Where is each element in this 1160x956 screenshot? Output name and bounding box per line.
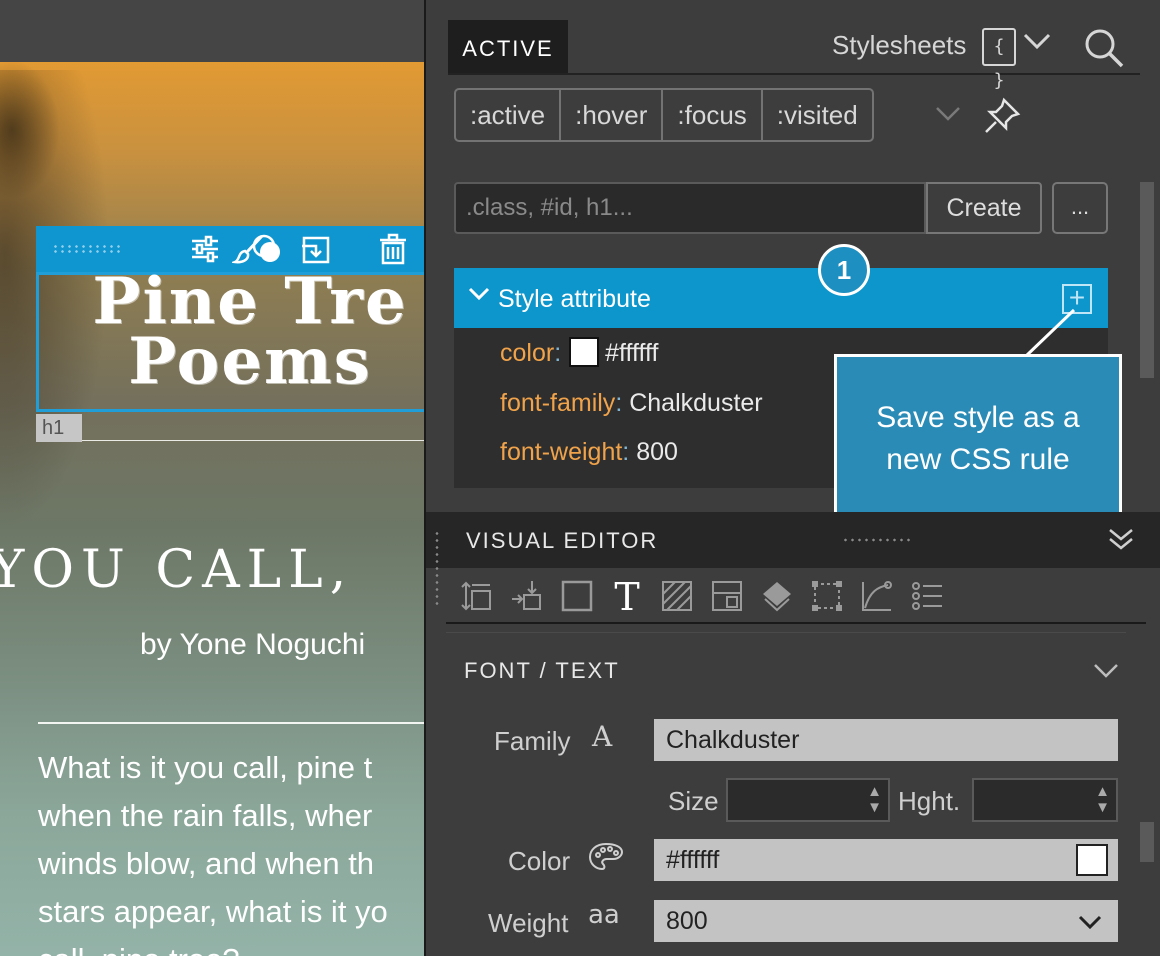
poem-author[interactable]: by Yone Noguchi	[140, 628, 365, 662]
color-label: Color	[508, 846, 571, 876]
property-name: font-weight	[500, 438, 623, 466]
height-label: Hght.	[898, 786, 961, 816]
style-circles-icon[interactable]	[250, 232, 284, 266]
family-label: Family	[494, 726, 571, 756]
font-text-icon[interactable]: T	[602, 572, 652, 620]
heading-line-1: Pine Tre	[92, 264, 408, 339]
property-value: Chalkduster	[629, 389, 763, 417]
trash-icon[interactable]	[376, 232, 410, 266]
toolbar-divider	[446, 622, 1146, 624]
tab-underline	[448, 73, 1140, 75]
svg-text:T: T	[614, 576, 639, 616]
property-name: color	[500, 339, 555, 367]
create-button[interactable]: Create	[926, 182, 1042, 234]
property-colon: :	[554, 339, 562, 367]
heading-line-2: Poems	[128, 324, 372, 399]
poem-line: call, pine tree?	[38, 936, 424, 956]
chevron-down-icon[interactable]	[1092, 656, 1120, 684]
style-attribute-header[interactable]: Style attribute	[454, 268, 1108, 328]
font-family-icon: A	[592, 720, 613, 753]
settings-sliders-icon[interactable]	[188, 232, 222, 266]
visual-editor-title: VISUAL EDITOR	[466, 528, 659, 553]
color-swatch[interactable]	[569, 337, 600, 367]
state-focus[interactable]: :focus	[663, 90, 763, 140]
line-height-input[interactable]: ▲ ▼	[972, 778, 1118, 822]
poem-line: winds blow, and when th	[38, 846, 375, 881]
step-badge: 1	[818, 244, 870, 296]
position-icon[interactable]	[502, 572, 552, 620]
tooltip-callout: Save style as a new CSS rule	[834, 354, 1122, 522]
list-style-icon[interactable]	[902, 572, 952, 620]
heading-underline	[82, 440, 424, 441]
property-colon: :	[622, 438, 637, 466]
property-row[interactable]: color: #ffffff	[500, 337, 658, 368]
pin-icon[interactable]	[982, 96, 1022, 136]
palette-icon	[588, 842, 624, 877]
spacing-icon[interactable]	[452, 572, 502, 620]
weight-label: Weight	[488, 908, 569, 938]
rule-header-label: Style attribute	[498, 285, 651, 313]
css-editor-panel: ACTIVE Stylesheets { } :active :hover :f…	[424, 0, 1160, 956]
state-visited[interactable]: :visited	[763, 90, 872, 140]
tab-active[interactable]: ACTIVE	[448, 20, 568, 74]
font-size-input[interactable]: ▲ ▼	[726, 778, 890, 822]
poem-line: stars appear, what is it yo	[38, 894, 388, 929]
poem-line: What is it you call, pine t	[38, 750, 373, 785]
chevron-down-icon[interactable]	[468, 282, 490, 304]
border-box-icon[interactable]	[552, 572, 602, 620]
section-divider	[446, 632, 1126, 633]
drag-handle[interactable]	[52, 244, 122, 254]
page-canvas: Pine Tre Poems h1 YOU CALL, by Yone Nogu…	[0, 0, 424, 956]
size-label: Size	[668, 786, 719, 816]
more-options-button[interactable]: ...	[1052, 182, 1108, 234]
property-row[interactable]: font-weight: 800	[500, 438, 678, 467]
page-heading[interactable]: Pine Tre Poems	[40, 264, 424, 399]
property-row[interactable]: font-family: Chalkduster	[500, 389, 763, 418]
poem-divider	[38, 722, 424, 724]
layout-icon[interactable]	[702, 572, 752, 620]
stepper-arrows-icon[interactable]: ▲ ▼	[1095, 784, 1110, 816]
state-active[interactable]: :active	[456, 90, 562, 140]
stepper-arrows-icon[interactable]: ▲ ▼	[867, 784, 882, 816]
transition-curve-icon[interactable]	[852, 572, 902, 620]
panel-scrollbar[interactable]	[1140, 182, 1154, 378]
poem-line: when the rain falls, wher	[38, 798, 373, 833]
layers-icon[interactable]	[752, 572, 802, 620]
add-rule-plus-icon[interactable]: +	[1062, 284, 1092, 314]
property-colon: :	[615, 389, 630, 417]
panel-scrollbar-lower[interactable]	[1140, 822, 1154, 862]
state-hover[interactable]: :hover	[561, 90, 664, 140]
tree-silhouette-top	[0, 60, 60, 200]
canvas-topbar	[0, 0, 424, 62]
pseudo-state-group: :active :hover :focus :visited	[454, 88, 874, 142]
element-tag-label: h1	[36, 414, 82, 442]
property-value: #ffffff	[605, 339, 659, 367]
font-text-section-title[interactable]: FONT / TEXT	[464, 658, 620, 684]
chevron-down-icon[interactable]	[1076, 908, 1104, 936]
selector-input[interactable]: .class, #id, h1...	[454, 182, 926, 234]
property-name: font-family	[500, 389, 616, 417]
stylesheets-label[interactable]: Stylesheets	[832, 30, 966, 61]
stylesheet-file-icon[interactable]: { }	[982, 28, 1016, 91]
font-color-field[interactable]: #ffffff	[654, 839, 1118, 881]
poem-title[interactable]: YOU CALL,	[0, 540, 424, 600]
resize-grip[interactable]	[842, 537, 914, 543]
property-value: 800	[636, 438, 678, 466]
search-icon[interactable]	[1082, 26, 1126, 70]
poem-body[interactable]: What is it you call, pine t when the rai…	[38, 744, 424, 956]
font-weight-icon: aa	[588, 900, 620, 930]
visual-editor-toolbar: T	[452, 572, 952, 620]
collapse-double-chevron-icon[interactable]	[1106, 524, 1136, 554]
font-weight-select[interactable]: 800	[654, 900, 1118, 942]
tooltip-line-1: Save style as a	[876, 401, 1080, 434]
background-pattern-icon[interactable]	[652, 572, 702, 620]
insert-into-icon[interactable]	[298, 232, 332, 266]
font-family-field[interactable]: Chalkduster	[654, 719, 1118, 761]
chevron-down-icon[interactable]	[1022, 26, 1052, 64]
size-box-icon[interactable]	[802, 572, 852, 620]
tooltip-line-2: new CSS rule	[886, 443, 1070, 476]
states-chevron-down-icon[interactable]	[934, 100, 962, 131]
font-color-swatch[interactable]	[1076, 844, 1108, 876]
side-resize-grip[interactable]	[434, 530, 440, 606]
